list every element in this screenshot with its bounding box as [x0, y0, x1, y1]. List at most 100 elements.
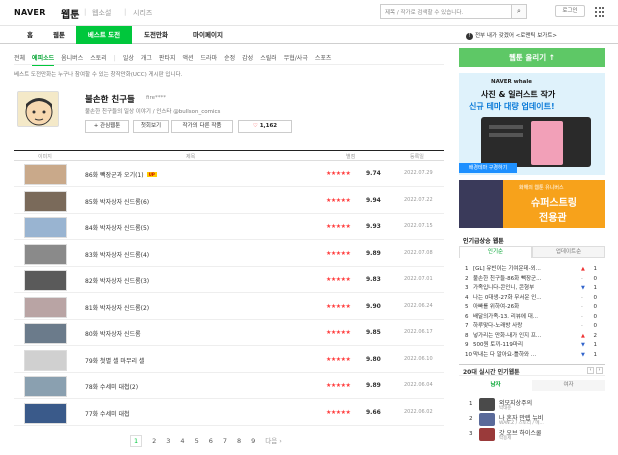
upload-webtoon-button[interactable]: 웹툰 올리기 ↑: [459, 48, 605, 67]
subtab-romance[interactable]: 순정: [224, 55, 235, 62]
episode-thumbnail[interactable]: [24, 243, 67, 265]
ranking-item[interactable]: 10막내는 다 알아요-틀하와 ... ▼ 1: [465, 350, 603, 359]
realtime-item[interactable]: 3갓 오브 하이스쿨 박용제: [465, 428, 603, 442]
subtab-all[interactable]: 전체: [14, 55, 25, 62]
table-row[interactable]: 83화 박자상자 신드롬(4) ★★★★★ 9.89 2022.07.08: [14, 242, 444, 267]
rank-title[interactable]: 불손한 친구들-86화 빽장군...: [473, 274, 581, 282]
rank-title[interactable]: 나는 0대생-27화 무서운 인...: [473, 293, 581, 301]
table-row[interactable]: 84화 박자상자 신드롬(5) ★★★★★ 9.93 2022.07.15: [14, 215, 444, 240]
ranking-item[interactable]: 8 넣가리는 만화-내가 인지 프... ▲ 2: [465, 331, 603, 340]
episode-thumbnail[interactable]: [24, 296, 67, 318]
ranking-item[interactable]: 9 500원 토끼-119마리 ▼ 1: [465, 340, 603, 349]
page-1[interactable]: 1: [130, 435, 143, 447]
subtab-omnibus[interactable]: 옴니버스: [61, 55, 83, 62]
subtab-sensibility[interactable]: 감성: [242, 55, 253, 62]
first-episode-button[interactable]: 첫회보기: [133, 120, 169, 133]
subtab-martial[interactable]: 무협/사극: [284, 55, 308, 62]
rank-tab-update[interactable]: 업데이트순: [532, 246, 605, 258]
episode-title[interactable]: 77화 수세미 대첩: [85, 409, 130, 418]
rank-title[interactable]: 가족입니다-콘인니, 콘형부: [473, 283, 581, 291]
table-row[interactable]: 82화 박자상자 신드롬(3) ★★★★★ 9.83 2022.07.01: [14, 268, 444, 293]
episode-title[interactable]: 85화 박자상자 신드롬(6): [85, 197, 149, 206]
table-row[interactable]: 78화 수세미 대첩(2) ★★★★★ 9.89 2022.06.04: [14, 374, 444, 399]
ranking-item[interactable]: 5 아빠를 위하여-26화 - 0: [465, 302, 603, 311]
episode-title[interactable]: 84화 박자상자 신드롬(5): [85, 223, 149, 232]
realtime-item[interactable]: 1 외모지상주의 박태준: [465, 398, 603, 412]
episode-title[interactable]: 83화 박자상자 신드롬(4): [85, 250, 149, 259]
episode-thumbnail[interactable]: [24, 164, 67, 185]
page-2[interactable]: 2: [152, 437, 156, 445]
tab-challenge[interactable]: 도전만화: [136, 26, 176, 44]
like-button[interactable]: ♡ 1,162: [238, 120, 292, 133]
ranking-item[interactable]: 6 배달의가족-13. 리뷰에 대... - 0: [465, 312, 603, 321]
realtime-thumbnail[interactable]: [479, 428, 495, 441]
episode-thumbnail[interactable]: [24, 402, 67, 424]
apps-grid-icon[interactable]: [595, 7, 605, 17]
prev-arrow-icon[interactable]: ‹: [587, 367, 594, 374]
tab-mypage[interactable]: 마이페이지: [184, 26, 232, 44]
ranking-item[interactable]: 2 불손한 친구들-86화 빽장군... - 0: [465, 274, 603, 283]
subtab-drama[interactable]: 드라마: [201, 55, 218, 62]
superstring-ad-banner[interactable]: 화해의 웹툰 유니버스 슈퍼스트링 전용관: [459, 180, 605, 228]
rank-title[interactable]: 아빠를 위하여-26화: [473, 302, 581, 310]
episode-thumbnail[interactable]: [24, 190, 67, 212]
webtoon-logo[interactable]: 웹툰: [61, 6, 79, 21]
subtab-comic[interactable]: 개그: [141, 55, 152, 62]
tab-webtoon[interactable]: 웹툰: [46, 26, 72, 44]
table-row[interactable]: 86화 빽장군과 오기(1) UP ★★★★★ 9.74 2022.07.29: [14, 162, 444, 187]
rank-tab-popular[interactable]: 인기순: [459, 246, 532, 258]
rank-title[interactable]: 하루맞다-노래방 사랑: [473, 321, 581, 329]
page-5[interactable]: 5: [195, 437, 199, 445]
page-9[interactable]: 9: [251, 437, 255, 445]
page-3[interactable]: 3: [166, 437, 170, 445]
table-row[interactable]: 85화 박자상자 신드롬(6) ★★★★★ 9.94 2022.07.22: [14, 189, 444, 214]
next-page[interactable]: 다음 ›: [265, 437, 282, 445]
ranking-item[interactable]: 1 [GL] 유빈이는 기여운데-외... ▲ 1: [465, 264, 603, 273]
episode-thumbnail[interactable]: [24, 323, 67, 344]
whale-ad-banner[interactable]: NAVER whale 사진 & 일러스트 작가 신규 테마 대량 업데이트! …: [459, 73, 605, 175]
notice-banner[interactable]: ! 전부 내가 갖겠어 <로맨틱 보가트>: [466, 31, 557, 40]
rank-title[interactable]: 넣가리는 만화-내가 인지 프...: [473, 331, 581, 339]
episode-title[interactable]: 86화 빽장군과 오기(1) UP: [85, 170, 157, 179]
login-button[interactable]: 로그인: [555, 5, 585, 17]
episode-title[interactable]: 78화 수세미 대첩(2): [85, 382, 138, 391]
search-icon[interactable]: ⌕: [512, 4, 527, 19]
comic-author[interactable]: fire****: [146, 95, 166, 101]
comic-thumbnail[interactable]: [17, 91, 59, 127]
subtab-sports[interactable]: 스포츠: [315, 55, 332, 62]
subtab-story[interactable]: 스토리: [90, 55, 107, 62]
rank-title[interactable]: [GL] 유빈이는 기여운데-외...: [473, 264, 581, 272]
episode-title[interactable]: 82화 박자상자 신드롬(3): [85, 276, 149, 285]
table-row[interactable]: 81화 박자상자 신드롬(2) ★★★★★ 9.90 2022.06.24: [14, 295, 444, 320]
episode-title[interactable]: 80화 박자상자 신드롬: [85, 329, 141, 338]
other-works-button[interactable]: 작가의 다른 작품: [171, 120, 233, 133]
episode-thumbnail[interactable]: [24, 217, 67, 238]
page-4[interactable]: 4: [180, 437, 184, 445]
episode-title[interactable]: 79화 첫별 셀 마무리 셀: [85, 356, 144, 365]
ranking-item[interactable]: 7 하루맞다-노래방 사랑 - 0: [465, 321, 603, 330]
realtime-item[interactable]: 2나 혼자 만렙 뉴비 WAN.Z / 스토리 / 메...: [465, 413, 603, 427]
naver-logo[interactable]: NAVER: [14, 8, 46, 17]
link-series[interactable]: 시리즈: [133, 8, 152, 18]
episode-thumbnail[interactable]: [24, 376, 67, 397]
table-row[interactable]: 80화 박자상자 신드롬 ★★★★★ 9.85 2022.06.17: [14, 321, 444, 346]
subtab-fantasy[interactable]: 판타지: [159, 55, 176, 62]
rank-title[interactable]: 배달의가족-13. 리뷰에 대...: [473, 312, 581, 320]
next-arrow-icon[interactable]: ›: [596, 367, 603, 374]
page-7[interactable]: 7: [223, 437, 227, 445]
subtab-episode[interactable]: 에피소드: [32, 55, 55, 66]
search-input[interactable]: 제목 / 작가로 검색할 수 있습니다.: [380, 4, 512, 19]
rank-title[interactable]: 막내는 다 알아요-틀하와 ...: [473, 350, 581, 358]
episode-title[interactable]: 81화 박자상자 신드롬(2): [85, 303, 149, 312]
rank-title[interactable]: 500원 토끼-119마리: [473, 340, 581, 348]
page-8[interactable]: 8: [237, 437, 241, 445]
table-row[interactable]: 77화 수세미 대첩 ★★★★★ 9.66 2022.06.02: [14, 401, 444, 426]
realtime-thumbnail[interactable]: [479, 413, 495, 426]
favorite-button[interactable]: + 관심웹툰: [85, 120, 129, 133]
gender-tab-male[interactable]: 남자: [459, 380, 532, 391]
table-row[interactable]: 79화 첫별 셀 마무리 셀 ★★★★★ 9.80 2022.06.10: [14, 348, 444, 373]
episode-thumbnail[interactable]: [24, 349, 67, 371]
episode-thumbnail[interactable]: [24, 270, 67, 291]
ranking-item[interactable]: 4 나는 0대생-27화 무서운 인... - 0: [465, 293, 603, 302]
subtab-daily[interactable]: 일상: [123, 55, 134, 62]
